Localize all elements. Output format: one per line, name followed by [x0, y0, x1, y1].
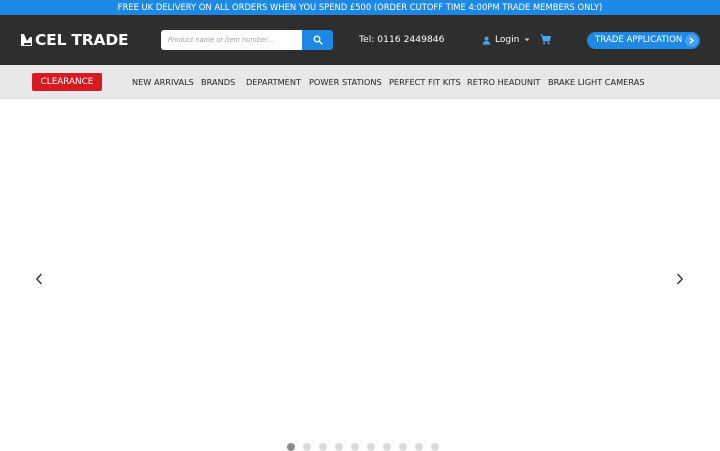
- search-icon: [313, 35, 323, 45]
- nav-item-power-stations[interactable]: POWER STATIONS: [309, 65, 382, 99]
- nav-item-department[interactable]: DEPARTMENT: [246, 65, 301, 99]
- trade-application-label: TRADE APPLICATION: [595, 35, 683, 45]
- clearance-button[interactable]: CLEARANCE: [32, 73, 102, 91]
- site-header: CEL TRADE Tel: 0116 2449846 Login: [0, 15, 720, 65]
- search-bar: [161, 30, 333, 50]
- carousel-next-button[interactable]: [673, 272, 687, 286]
- promo-banner: FREE UK DELIVERY ON ALL ORDERS WHEN YOU …: [0, 0, 720, 15]
- caret-down-icon: [524, 38, 530, 42]
- cart-icon: [540, 34, 551, 45]
- search-input[interactable]: [161, 30, 302, 50]
- user-icon: [482, 36, 491, 45]
- nav-item-perfect-fit-kits[interactable]: PERFECT FIT KITS: [389, 65, 461, 99]
- logo-mark-icon: [21, 34, 32, 46]
- cart-button[interactable]: [540, 34, 551, 45]
- chevron-right-icon: [685, 34, 698, 47]
- trade-application-button[interactable]: TRADE APPLICATION: [587, 32, 700, 49]
- nav-item-new-arrivals[interactable]: NEW ARRIVALS: [132, 65, 194, 99]
- logo-text: CEL TRADE: [35, 31, 129, 49]
- site-logo[interactable]: CEL TRADE: [20, 30, 129, 50]
- login-label: Login: [495, 35, 520, 45]
- phone-number[interactable]: Tel: 0116 2449846: [359, 33, 445, 47]
- hero-carousel: [0, 100, 720, 451]
- login-menu[interactable]: Login: [482, 33, 530, 47]
- main-nav: CLEARANCE NEW ARRIVALS BRANDS DEPARTMENT…: [0, 65, 720, 99]
- nav-item-brands[interactable]: BRANDS: [201, 65, 235, 99]
- search-button[interactable]: [302, 30, 333, 50]
- nav-item-retro-headunit[interactable]: RETRO HEADUNIT: [467, 65, 540, 99]
- chevron-left-icon: [35, 273, 43, 285]
- carousel-prev-button[interactable]: [32, 272, 46, 286]
- chevron-right-icon: [676, 273, 684, 285]
- nav-item-brake-light-cameras[interactable]: BRAKE LIGHT CAMERAS: [548, 65, 645, 99]
